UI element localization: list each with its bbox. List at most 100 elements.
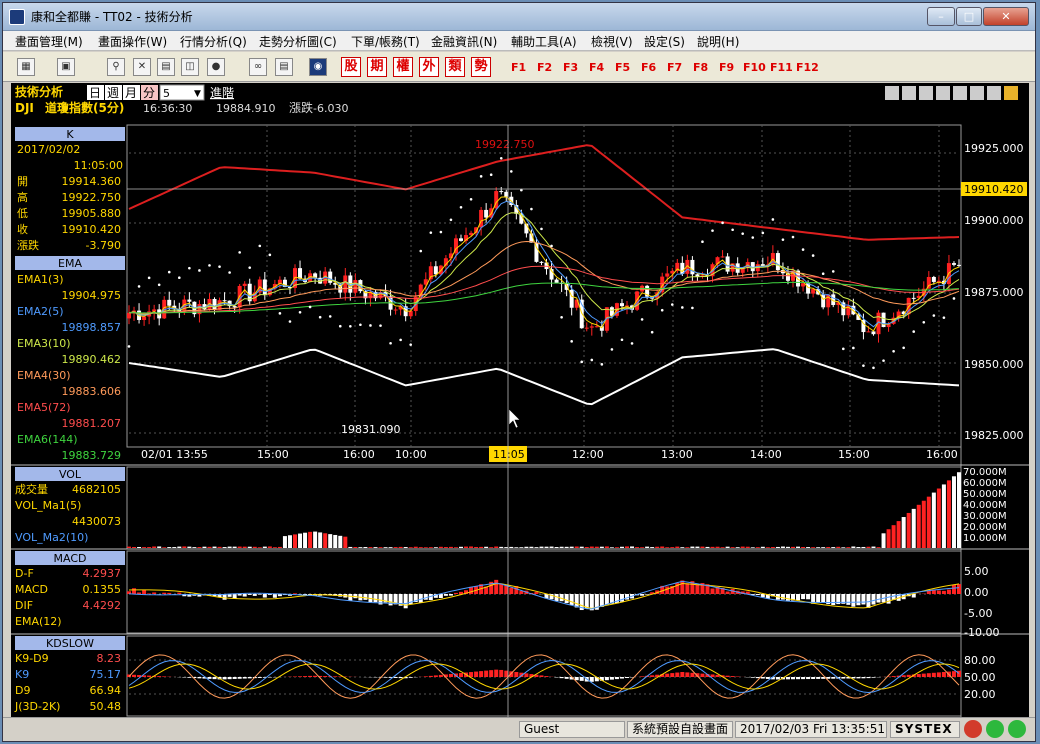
volume-bar — [489, 547, 494, 548]
volume-bar — [333, 534, 338, 548]
volume-bar — [901, 517, 906, 548]
cursor-price-label: 19910.420 — [964, 183, 1024, 196]
link-icon[interactable]: ∞ — [249, 58, 267, 76]
sar-dot — [198, 269, 201, 272]
macd-tick: 0.00 — [964, 586, 989, 599]
split-icon[interactable]: ◫ — [181, 58, 199, 76]
connection-icon[interactable] — [986, 720, 1004, 738]
fkey-f4[interactable]: F4 — [589, 61, 604, 74]
power-icon[interactable] — [1008, 720, 1026, 738]
ema1-value: 19904.975 — [62, 289, 122, 302]
key-stock-button[interactable]: 股 — [341, 57, 361, 77]
kd-histogram-bar — [499, 669, 504, 677]
menu-settings[interactable]: 設定(S) — [644, 33, 685, 50]
technical-analysis-chart[interactable]: 技術分析 日 週 月 分 5 ▼ 進階 DJI 道瓊指數(5分) 16:36:3… — [11, 83, 1029, 717]
fkey-f9[interactable]: F9 — [719, 61, 734, 74]
kd-histogram-bar — [665, 673, 670, 677]
price-pane[interactable] — [126, 124, 962, 448]
search-icon[interactable]: ⚲ — [107, 58, 125, 76]
kd-histogram-bar — [479, 671, 484, 677]
fkey-f1[interactable]: F1 — [511, 61, 526, 74]
macd-pane[interactable] — [126, 550, 962, 634]
window-icon[interactable]: ▤ — [157, 58, 175, 76]
logo-icon[interactable]: ◉ — [309, 58, 327, 76]
macd-histogram-bar — [293, 593, 297, 594]
close-button[interactable]: ✕ — [983, 7, 1029, 26]
sar-dot — [811, 254, 815, 257]
chart-canvas[interactable]: 技術分析 日 週 月 分 5 ▼ 進階 DJI 道瓊指數(5分) 16:36:3… — [11, 83, 1029, 717]
kd-histogram-bar — [423, 676, 428, 677]
menu-quote-analysis[interactable]: 行情分析(Q) — [180, 33, 247, 50]
windows-icon[interactable] — [987, 86, 1001, 100]
sar-dot — [308, 305, 312, 309]
sar-dot — [208, 264, 211, 267]
globe-icon[interactable]: ● — [207, 58, 225, 76]
menu-screen-operate[interactable]: 畫面操作(W) — [98, 33, 167, 50]
kd-histogram-bar — [514, 672, 519, 677]
search-minus-icon[interactable] — [919, 86, 933, 100]
volume-pane[interactable] — [126, 466, 962, 550]
layout-icon[interactable]: ▦ — [17, 58, 35, 76]
kd-histogram-bar — [690, 672, 695, 677]
ema2-line — [128, 200, 960, 328]
candle-body — [665, 273, 670, 277]
macd-histogram-bar — [403, 594, 408, 609]
ema3-label: EMA3(10) — [17, 337, 71, 350]
key-trend-button[interactable]: 勢 — [471, 57, 491, 77]
key-options-button[interactable]: 權 — [393, 57, 413, 77]
fkey-f6[interactable]: F6 — [641, 61, 656, 74]
cancel-icon[interactable]: ✕ — [133, 58, 151, 76]
macd-histogram-bar — [564, 594, 569, 604]
fkey-f12[interactable]: F12 — [796, 61, 819, 74]
panel-ema-title: EMA — [58, 257, 82, 270]
fkey-f5[interactable]: F5 — [615, 61, 630, 74]
ema4-label: EMA4(30) — [17, 369, 71, 382]
menu-order-account[interactable]: 下單/帳務(T) — [351, 33, 420, 50]
chevron-down-icon: ▼ — [194, 89, 201, 99]
volume-bar — [635, 547, 640, 548]
advanced-link[interactable]: 進階 — [210, 85, 234, 100]
fkey-f3[interactable]: F3 — [563, 61, 578, 74]
monitor-icon[interactable]: ▣ — [57, 58, 75, 76]
menu-tools[interactable]: 輔助工具(A) — [511, 33, 577, 50]
chart-icon[interactable]: ▤ — [275, 58, 293, 76]
volume-bar — [801, 547, 806, 548]
fkey-f7[interactable]: F7 — [667, 61, 682, 74]
k-high-value: 19922.750 — [62, 191, 122, 204]
menu-trend-chart[interactable]: 走勢分析圖(C) — [259, 33, 337, 50]
key-futures-button[interactable]: 期 — [367, 57, 387, 77]
sar-dot — [298, 310, 302, 314]
kd-j-label: J(3D-2K) — [14, 700, 60, 713]
glasses-icon[interactable] — [953, 86, 967, 100]
zoom-in-icon[interactable] — [902, 86, 916, 100]
macd-histogram-bar — [911, 594, 916, 598]
alert-icon[interactable] — [964, 720, 982, 738]
kd-diff-label: K9-D9 — [15, 652, 49, 665]
macd-histogram-bar — [262, 594, 267, 598]
minimize-button[interactable]: – — [927, 7, 955, 26]
volume-bar — [941, 484, 946, 548]
key-foreign-button[interactable]: 外 — [419, 57, 439, 77]
sar-dot — [580, 360, 584, 364]
search-plus-icon[interactable] — [936, 86, 950, 100]
save-icon[interactable] — [970, 86, 984, 100]
fkey-f11[interactable]: F11 — [770, 61, 793, 74]
fkey-f2[interactable]: F2 — [537, 61, 552, 74]
symbol-code: DJI — [15, 101, 34, 115]
menu-finance-info[interactable]: 金融資訊(N) — [431, 33, 497, 50]
fkey-f10[interactable]: F10 — [743, 61, 766, 74]
menu-view[interactable]: 檢視(V) — [591, 33, 633, 50]
zoom-out-icon[interactable] — [885, 86, 899, 100]
sar-dot — [288, 320, 292, 323]
edit-icon[interactable] — [1004, 86, 1018, 100]
sar-dot — [550, 244, 553, 248]
vol-ma2-label: VOL_Ma2(10) — [15, 531, 88, 544]
key-category-button[interactable]: 類 — [445, 57, 465, 77]
menu-screen-manage[interactable]: 畫面管理(M) — [15, 33, 83, 50]
macd-histogram-bar — [831, 594, 836, 606]
fkey-f8[interactable]: F8 — [693, 61, 708, 74]
maximize-button[interactable]: □ — [956, 7, 982, 26]
volume-bar — [514, 547, 519, 548]
kd-histogram-bar — [619, 677, 624, 679]
menu-help[interactable]: 說明(H) — [697, 33, 739, 50]
